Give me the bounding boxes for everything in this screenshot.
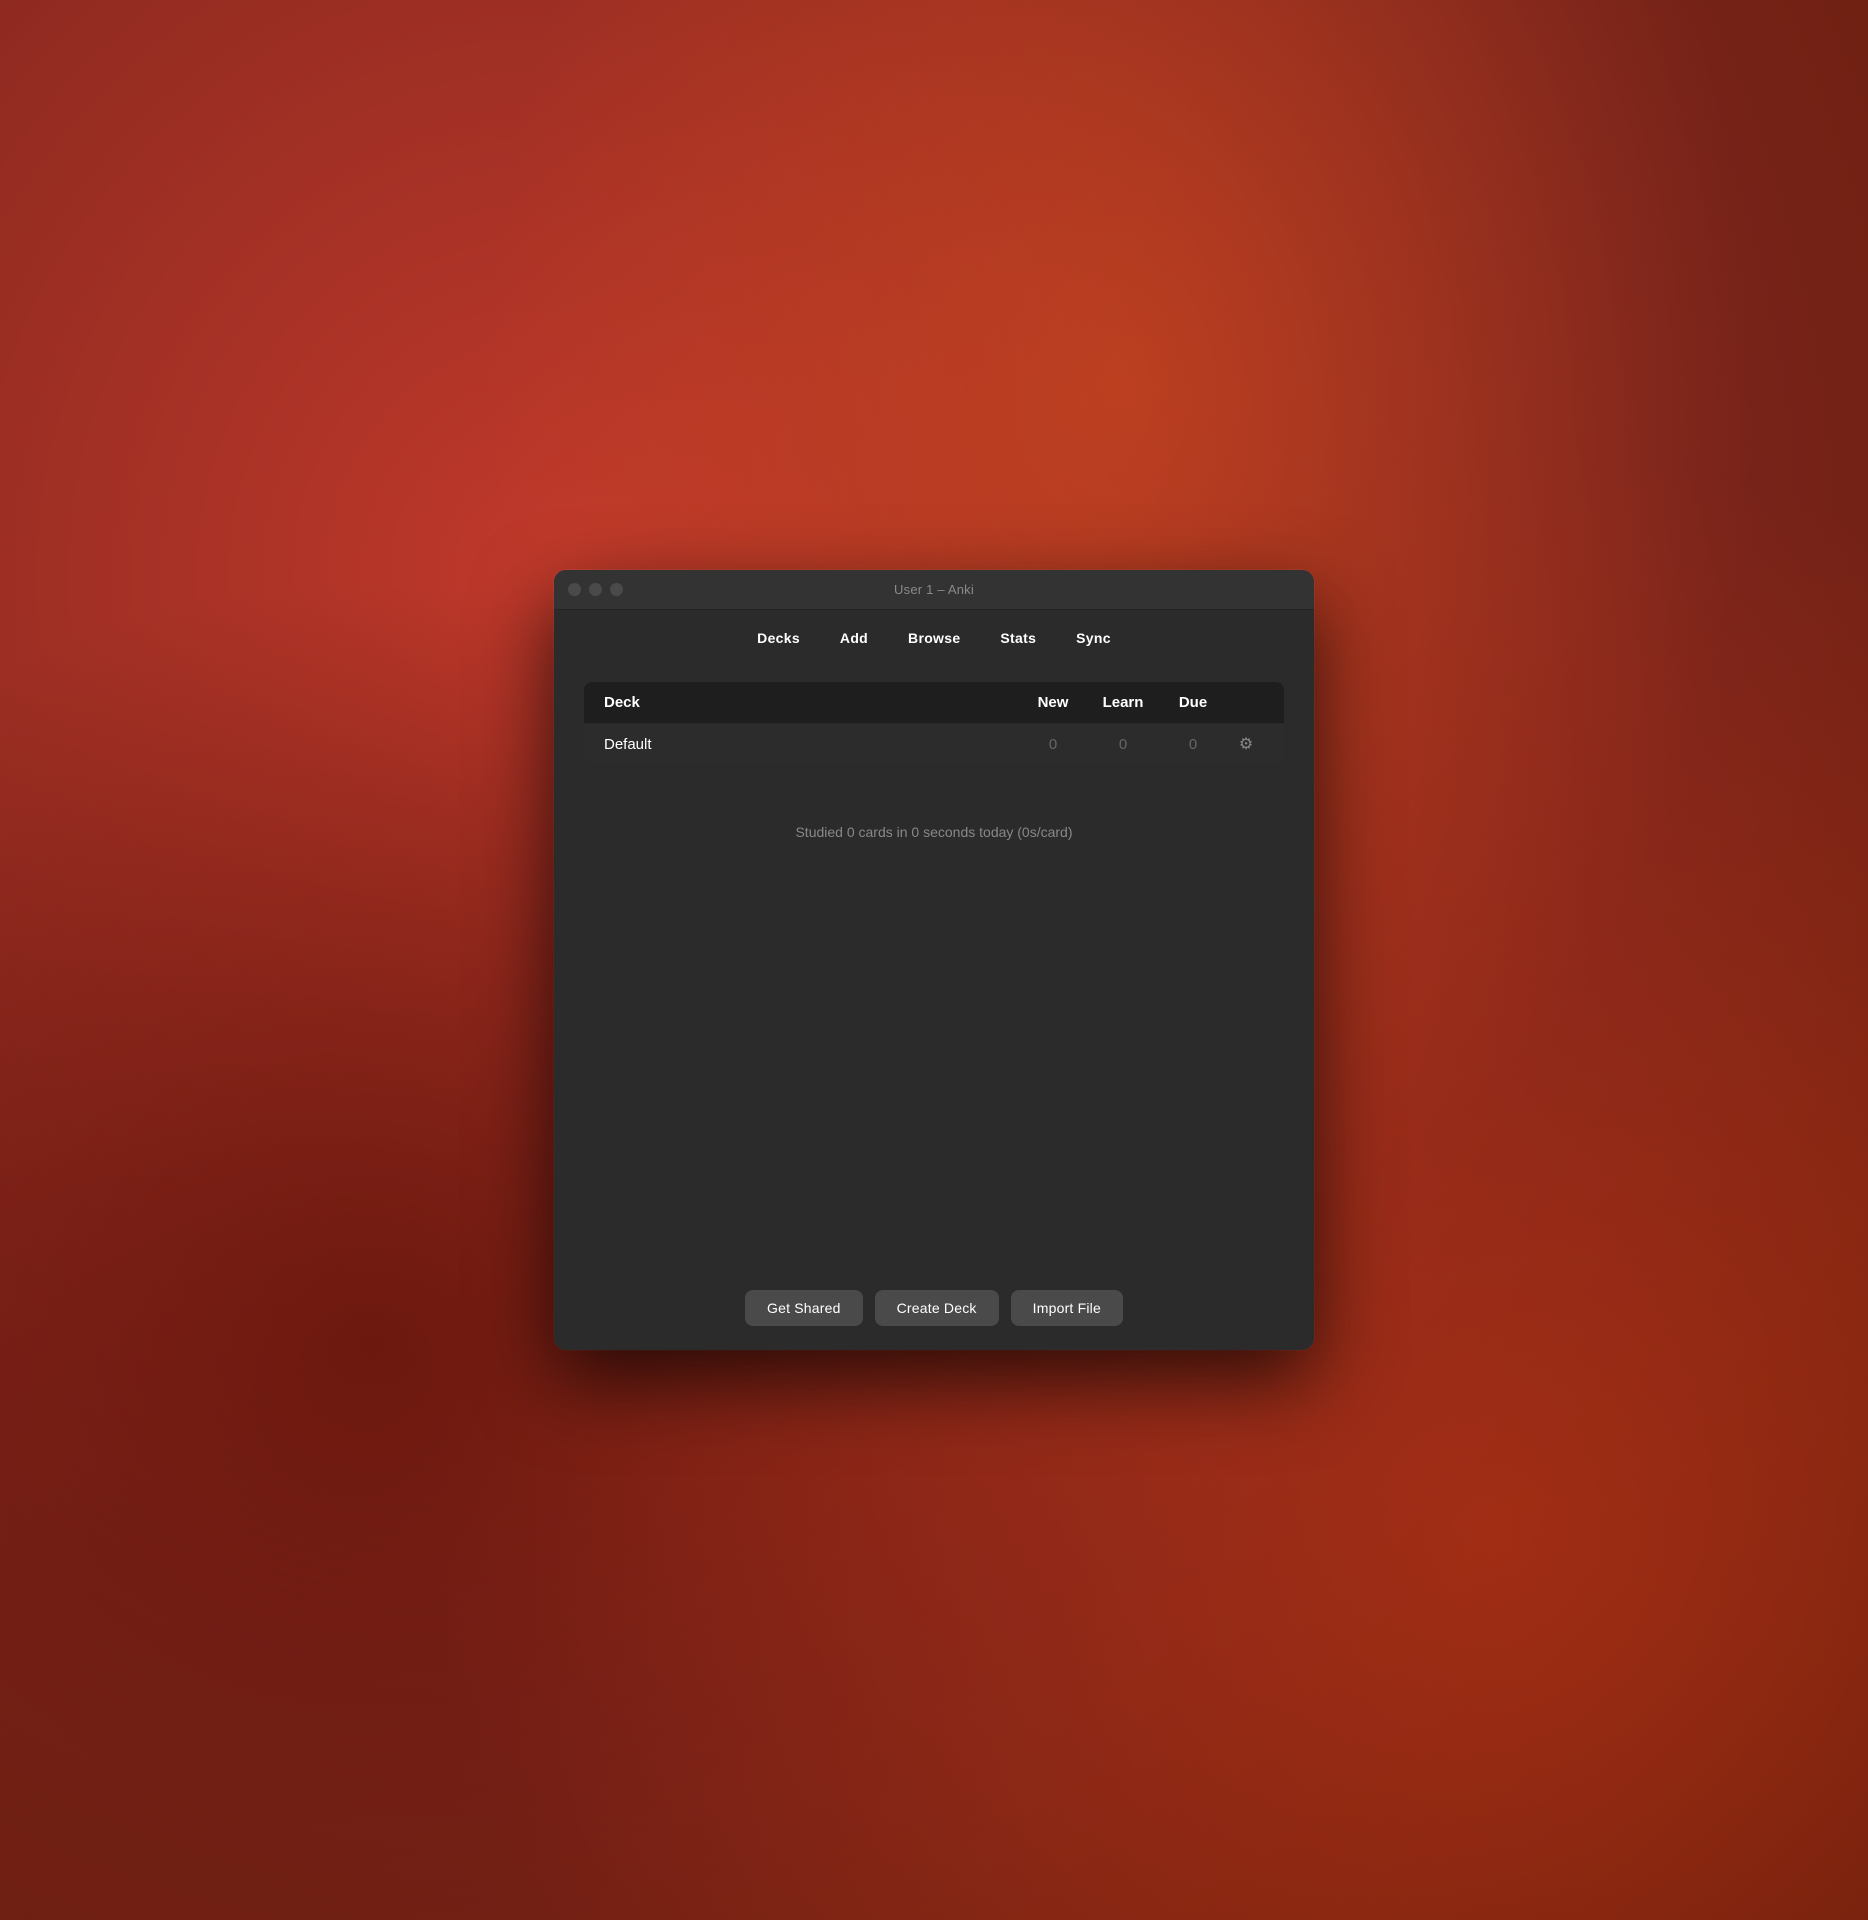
tab-browse[interactable]: Browse — [890, 624, 978, 652]
toolbar: Decks Add Browse Stats Sync — [554, 610, 1314, 662]
col-header-due: Due — [1158, 694, 1228, 711]
table-header: Deck New Learn Due — [584, 682, 1284, 724]
col-header-new: New — [1018, 694, 1088, 711]
deck-learn-count: 0 — [1088, 736, 1158, 753]
create-deck-button[interactable]: Create Deck — [875, 1290, 999, 1326]
tab-decks[interactable]: Decks — [739, 624, 818, 652]
main-window: User 1 – Anki Decks Add Browse Stats Syn… — [554, 570, 1314, 1350]
stats-text: Studied 0 cards in 0 seconds today (0s/c… — [584, 814, 1284, 850]
bottom-buttons: Get Shared Create Deck Import File — [554, 1270, 1314, 1350]
col-header-learn: Learn — [1088, 694, 1158, 711]
get-shared-button[interactable]: Get Shared — [745, 1290, 863, 1326]
close-button[interactable] — [568, 583, 581, 596]
window-controls — [568, 583, 623, 596]
maximize-button[interactable] — [610, 583, 623, 596]
window-title: User 1 – Anki — [894, 582, 974, 597]
tab-stats[interactable]: Stats — [982, 624, 1054, 652]
deck-name[interactable]: Default — [604, 736, 1018, 753]
titlebar: User 1 – Anki — [554, 570, 1314, 610]
spacer — [584, 850, 1284, 1250]
table-row: Default 0 0 0 ⚙ — [584, 724, 1284, 764]
deck-due-count: 0 — [1158, 736, 1228, 753]
col-header-deck: Deck — [604, 694, 1018, 711]
minimize-button[interactable] — [589, 583, 602, 596]
deck-table: Deck New Learn Due Default 0 0 0 ⚙ — [584, 682, 1284, 764]
gear-icon[interactable]: ⚙ — [1228, 734, 1264, 754]
tab-sync[interactable]: Sync — [1058, 624, 1129, 652]
deck-new-count: 0 — [1018, 736, 1088, 753]
tab-add[interactable]: Add — [822, 624, 886, 652]
import-file-button[interactable]: Import File — [1011, 1290, 1123, 1326]
content-area: Deck New Learn Due Default 0 0 0 ⚙ Studi… — [554, 662, 1314, 1270]
